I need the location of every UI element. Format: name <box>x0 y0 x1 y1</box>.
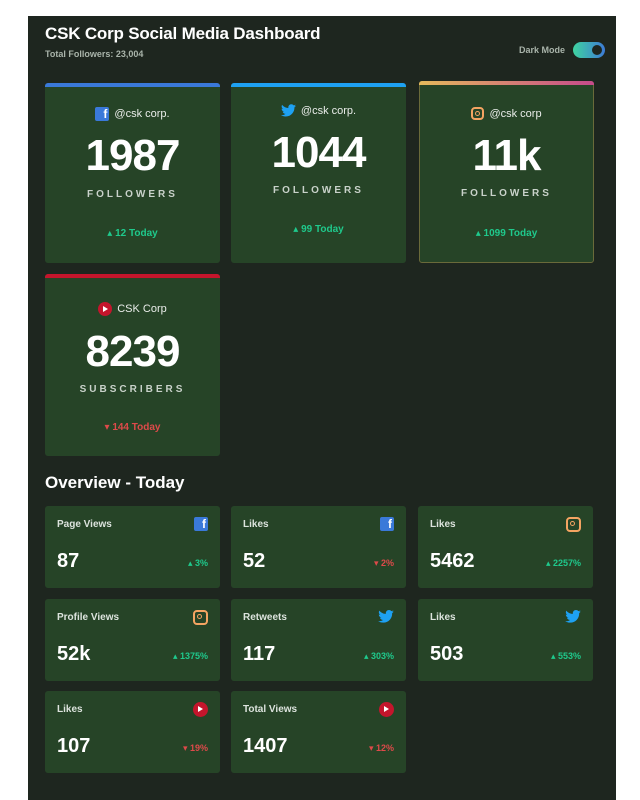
subscriber-label: SUBSCRIBERS <box>79 384 186 395</box>
overview-value: 1407 <box>243 735 288 757</box>
twitter-followers-card[interactable]: @csk corp. 1044 FOLLOWERS ▴ 99 Today <box>231 83 406 263</box>
overview-value: 117 <box>243 643 276 665</box>
youtube-icon <box>98 302 113 316</box>
overview-change: ▴ 2257% <box>545 558 581 568</box>
facebook-icon: f <box>194 517 208 531</box>
dark-mode-toggle[interactable] <box>573 42 605 58</box>
handle-text: @csk corp <box>489 107 542 120</box>
total-followers: Total Followers: 23,004 <box>45 49 144 59</box>
overview-card-instagram-likes[interactable]: Likes 5462 ▴ 2257% <box>418 506 593 588</box>
follower-count: 1044 <box>271 128 367 177</box>
youtube-icon <box>193 702 208 717</box>
overview-card-twitter-likes[interactable]: Likes 503 ▴ 553% <box>418 599 593 681</box>
card-accent-bar <box>231 83 406 87</box>
instagram-followers-card[interactable]: @csk corp 11k FOLLOWERS ▴ 1099 Today <box>419 81 594 263</box>
instagram-icon <box>471 107 485 120</box>
today-change: ▴ 1099 Today <box>475 228 538 239</box>
follower-label: FOLLOWERS <box>87 189 178 200</box>
overview-change: ▾ 2% <box>373 558 394 568</box>
card-handle: @csk corp. <box>231 104 406 117</box>
instagram-icon <box>566 517 581 532</box>
overview-card-youtube-likes[interactable]: Likes 107 ▾ 19% <box>45 691 220 773</box>
follower-label: FOLLOWERS <box>273 185 364 196</box>
facebook-icon: f <box>95 107 110 121</box>
overview-label: Retweets <box>243 612 287 623</box>
card-handle: CSK Corp <box>45 302 220 316</box>
instagram-icon <box>193 610 208 625</box>
overview-card-facebook-likes[interactable]: Likes f 52 ▾ 2% <box>231 506 406 588</box>
overview-change: ▾ 19% <box>182 743 208 753</box>
overview-change: ▴ 553% <box>550 651 581 661</box>
overview-value: 52k <box>57 643 91 665</box>
overview-change: ▴ 1375% <box>172 651 208 661</box>
overview-change: ▴ 303% <box>363 651 394 661</box>
youtube-subscribers-card[interactable]: CSK Corp 8239 SUBSCRIBERS ▾ 144 Today <box>45 274 220 456</box>
overview-label: Likes <box>57 704 83 715</box>
dark-mode-control: Dark Mode <box>519 42 605 58</box>
today-change: ▴ 12 Today <box>107 228 158 239</box>
youtube-icon <box>379 702 394 717</box>
overview-change: ▴ 3% <box>187 558 208 568</box>
follower-label: FOLLOWERS <box>461 188 552 199</box>
twitter-icon <box>565 610 581 623</box>
facebook-icon: f <box>380 517 394 531</box>
overview-card-retweets[interactable]: Retweets 117 ▴ 303% <box>231 599 406 681</box>
overview-change: ▾ 12% <box>368 743 394 753</box>
overview-value: 107 <box>57 735 91 757</box>
overview-value: 5462 <box>430 550 475 572</box>
overview-label: Page Views <box>57 519 112 530</box>
follower-count: 11k <box>472 131 542 180</box>
header: CSK Corp Social Media Dashboard Total Fo… <box>45 20 605 70</box>
overview-value: 52 <box>243 550 266 572</box>
overview-card-page-views[interactable]: Page Views f 87 ▴ 3% <box>45 506 220 588</box>
twitter-icon <box>280 104 296 117</box>
overview-value: 87 <box>57 550 80 572</box>
dashboard: CSK Corp Social Media Dashboard Total Fo… <box>28 16 616 800</box>
handle-text: @csk corp. <box>300 104 357 117</box>
card-handle: @csk corp <box>420 107 593 120</box>
subscriber-count: 8239 <box>85 327 181 376</box>
overview-label: Profile Views <box>57 612 120 623</box>
overview-value: 503 <box>430 643 464 665</box>
today-change: ▴ 99 Today <box>293 224 344 235</box>
facebook-followers-card[interactable]: f @csk corp. 1987 FOLLOWERS ▴ 12 Today <box>45 83 220 263</box>
page-title: CSK Corp Social Media Dashboard <box>45 24 321 43</box>
card-handle: f @csk corp. <box>45 107 220 121</box>
follower-count: 1987 <box>85 131 181 180</box>
overview-title: Overview - Today <box>45 473 185 492</box>
overview-label: Likes <box>430 612 456 623</box>
handle-text: CSK Corp <box>117 303 167 315</box>
today-change: ▾ 144 Today <box>104 422 161 433</box>
overview-label: Total Views <box>243 704 298 715</box>
card-accent-bar <box>419 81 594 85</box>
card-accent-bar <box>45 83 220 87</box>
handle-text: @csk corp. <box>114 108 170 120</box>
card-accent-bar <box>45 274 220 278</box>
toggle-knob <box>592 45 602 55</box>
overview-label: Likes <box>430 519 456 530</box>
dark-mode-label: Dark Mode <box>518 45 565 55</box>
overview-card-profile-views[interactable]: Profile Views 52k ▴ 1375% <box>45 599 220 681</box>
overview-label: Likes <box>243 519 269 530</box>
twitter-icon <box>378 610 394 623</box>
overview-card-total-views[interactable]: Total Views 1407 ▾ 12% <box>231 691 406 773</box>
